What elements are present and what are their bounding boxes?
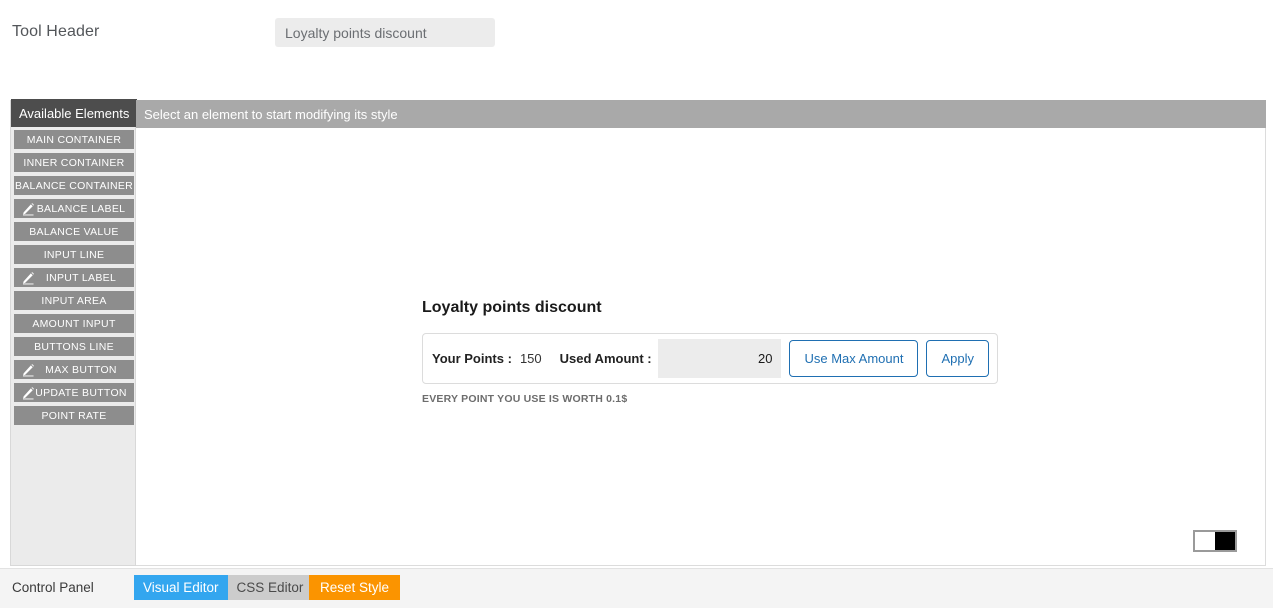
- sidebar-item-point-rate[interactable]: POINT RATE: [14, 406, 134, 425]
- sidebar-item-label: INPUT LABEL: [45, 271, 117, 284]
- sidebar-item-label: UPDATE BUTTON: [35, 386, 127, 399]
- sidebar-item-main-container[interactable]: MAIN CONTAINER: [14, 130, 134, 149]
- editor-shell: Available Elements MAIN CONTAINER INNER C…: [10, 99, 1266, 566]
- balance-container: Your Points : 150: [423, 334, 542, 383]
- sidebar-item-buttons-line[interactable]: BUTTONS LINE: [14, 337, 134, 356]
- sidebar-item-label: INNER CONTAINER: [23, 156, 125, 169]
- sidebar-header: Available Elements: [11, 99, 137, 127]
- sidebar-item-label: BUTTONS LINE: [34, 340, 114, 353]
- control-panel-label: Control Panel: [12, 580, 94, 595]
- tool-header-bar: Tool Header: [0, 0, 1273, 68]
- pencil-icon: [22, 386, 35, 399]
- reset-style-button[interactable]: Reset Style: [309, 575, 401, 600]
- canvas-status-bar: Select an element to start modifying its…: [136, 100, 1266, 128]
- swatch-white-half: [1195, 532, 1215, 550]
- available-elements-sidebar: Available Elements MAIN CONTAINER INNER C…: [10, 99, 137, 566]
- sidebar-item-balance-value[interactable]: BALANCE VALUE: [14, 222, 134, 241]
- sidebar-item-label: MAIN CONTAINER: [26, 133, 122, 146]
- sidebar-item-label: POINT RATE: [41, 409, 107, 422]
- tool-header-label: Tool Header: [12, 23, 100, 40]
- sidebar-item-max-button[interactable]: MAX BUTTON: [14, 360, 134, 379]
- tab-css-editor[interactable]: CSS Editor: [227, 575, 313, 600]
- tab-visual-editor[interactable]: Visual Editor: [134, 575, 228, 600]
- sidebar-item-balance-label[interactable]: BALANCE LABEL: [14, 199, 134, 218]
- sidebar-item-label: BALANCE CONTAINER: [14, 179, 134, 192]
- sidebar-item-label: AMOUNT INPUT: [32, 317, 116, 330]
- sidebar-item-label: BALANCE VALUE: [29, 225, 119, 238]
- sidebar-item-balance-container[interactable]: BALANCE CONTAINER: [14, 176, 134, 195]
- sidebar-item-amount-input[interactable]: AMOUNT INPUT: [14, 314, 134, 333]
- point-rate-note: EVERY POINT YOU USE IS WORTH 0.1$: [422, 393, 628, 405]
- widget-title: Loyalty points discount: [422, 299, 602, 316]
- editor-tab-group: Visual Editor CSS Editor: [134, 575, 313, 600]
- use-max-amount-button[interactable]: Use Max Amount: [789, 340, 919, 377]
- apply-button[interactable]: Apply: [926, 340, 989, 377]
- sidebar-element-list: MAIN CONTAINER INNER CONTAINER BALANCE CON…: [11, 130, 137, 429]
- balance-value: 150: [519, 351, 542, 366]
- sidebar-item-input-line[interactable]: INPUT LINE: [14, 245, 134, 264]
- sidebar-item-label: INPUT AREA: [41, 294, 107, 307]
- sidebar-item-label: INPUT LINE: [43, 248, 105, 261]
- sidebar-item-update-button[interactable]: UPDATE BUTTON: [14, 383, 134, 402]
- buttons-line: Use Max Amount Apply: [781, 334, 997, 383]
- input-area: [657, 334, 782, 383]
- input-line: Used Amount :: [542, 334, 782, 383]
- pencil-icon: [22, 202, 35, 215]
- canvas-panel: Select an element to start modifying its…: [136, 100, 1266, 566]
- pencil-icon: [22, 363, 35, 376]
- control-bar: Control Panel Visual Editor CSS Editor Re…: [0, 568, 1273, 608]
- input-label: Used Amount :: [559, 351, 652, 366]
- sidebar-item-label: MAX BUTTON: [45, 363, 117, 376]
- main-container: Your Points : 150 Used Amount : Use Max …: [422, 333, 998, 384]
- amount-input[interactable]: [657, 339, 782, 378]
- sidebar-item-inner-container[interactable]: INNER CONTAINER: [14, 153, 134, 172]
- loyalty-widget: Loyalty points discount Your Points : 15…: [422, 299, 998, 405]
- balance-label: Your Points :: [432, 351, 512, 366]
- pencil-icon: [22, 271, 35, 284]
- tool-title-input[interactable]: [275, 18, 495, 47]
- sidebar-item-input-area[interactable]: INPUT AREA: [14, 291, 134, 310]
- black-white-swatch[interactable]: [1193, 530, 1237, 552]
- sidebar-item-input-label[interactable]: INPUT LABEL: [14, 268, 134, 287]
- swatch-black-half: [1215, 532, 1235, 550]
- sidebar-item-label: BALANCE LABEL: [36, 202, 126, 215]
